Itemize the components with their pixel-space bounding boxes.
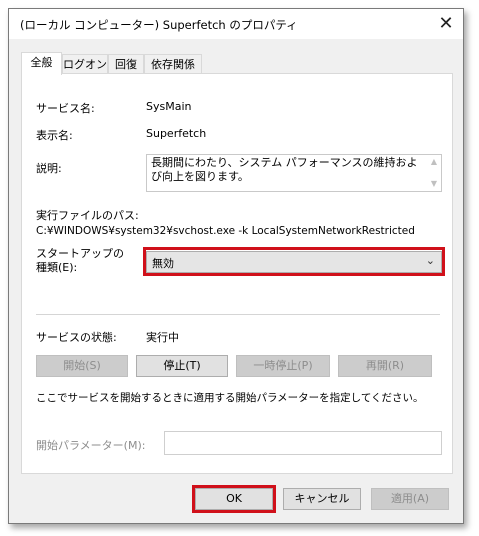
ok-button-highlight	[192, 485, 276, 513]
properties-dialog: (ローカル コンピューター) Superfetch のプロパティ ✕ 全般 ログ…	[8, 8, 464, 524]
description-label: 説明:	[36, 162, 62, 175]
scroll-down-arrow-icon[interactable]: ▼	[429, 179, 439, 189]
tab-recovery[interactable]: 回復	[108, 54, 144, 74]
tab-general[interactable]: 全般	[21, 52, 62, 75]
start-params-input[interactable]	[164, 431, 442, 455]
startup-type-highlight	[143, 247, 445, 276]
description-scrollbar[interactable]: ▲ ▼	[427, 155, 441, 191]
service-status-value: 実行中	[146, 331, 179, 344]
start-button[interactable]: 開始(S)	[36, 355, 128, 377]
title-bar: (ローカル コンピューター) Superfetch のプロパティ ✕	[9, 9, 463, 39]
start-params-label: 開始パラメーター(M):	[36, 439, 146, 452]
service-name-value: SysMain	[146, 100, 192, 113]
general-tab-panel: サービス名: SysMain 表示名: Superfetch 説明: 長期間にわ…	[21, 73, 453, 474]
scroll-up-arrow-icon[interactable]: ▲	[429, 157, 439, 167]
tab-logon[interactable]: ログオン	[62, 54, 108, 74]
service-status-label: サービスの状態:	[36, 331, 117, 344]
section-divider	[36, 314, 440, 315]
start-params-hint: ここでサービスを開始するときに適用する開始パラメーターを指定してください。	[36, 392, 424, 404]
apply-button[interactable]: 適用(A)	[371, 488, 449, 510]
tab-dependencies[interactable]: 依存関係	[144, 54, 202, 74]
display-name-value: Superfetch	[146, 127, 207, 140]
close-icon[interactable]: ✕	[435, 13, 457, 35]
description-text: 長期間にわたり、システム パフォーマンスの維持および向上を図ります。	[151, 156, 418, 183]
pause-button[interactable]: 一時停止(P)	[236, 355, 330, 377]
description-box[interactable]: 長期間にわたり、システム パフォーマンスの維持および向上を図ります。 ▲ ▼	[146, 154, 442, 192]
window-title: (ローカル コンピューター) Superfetch のプロパティ	[20, 18, 298, 32]
resume-button[interactable]: 再開(R)	[338, 355, 432, 377]
service-name-label: サービス名:	[36, 102, 95, 115]
exe-path-value: C:¥WINDOWS¥system32¥svchost.exe -k Local…	[36, 225, 415, 237]
exe-path-label: 実行ファイルのパス:	[36, 209, 139, 222]
display-name-label: 表示名:	[36, 129, 73, 142]
cancel-button[interactable]: キャンセル	[283, 488, 361, 510]
stop-button[interactable]: 停止(T)	[136, 355, 228, 377]
startup-type-label: スタートアップの 種類(E):	[36, 247, 124, 274]
